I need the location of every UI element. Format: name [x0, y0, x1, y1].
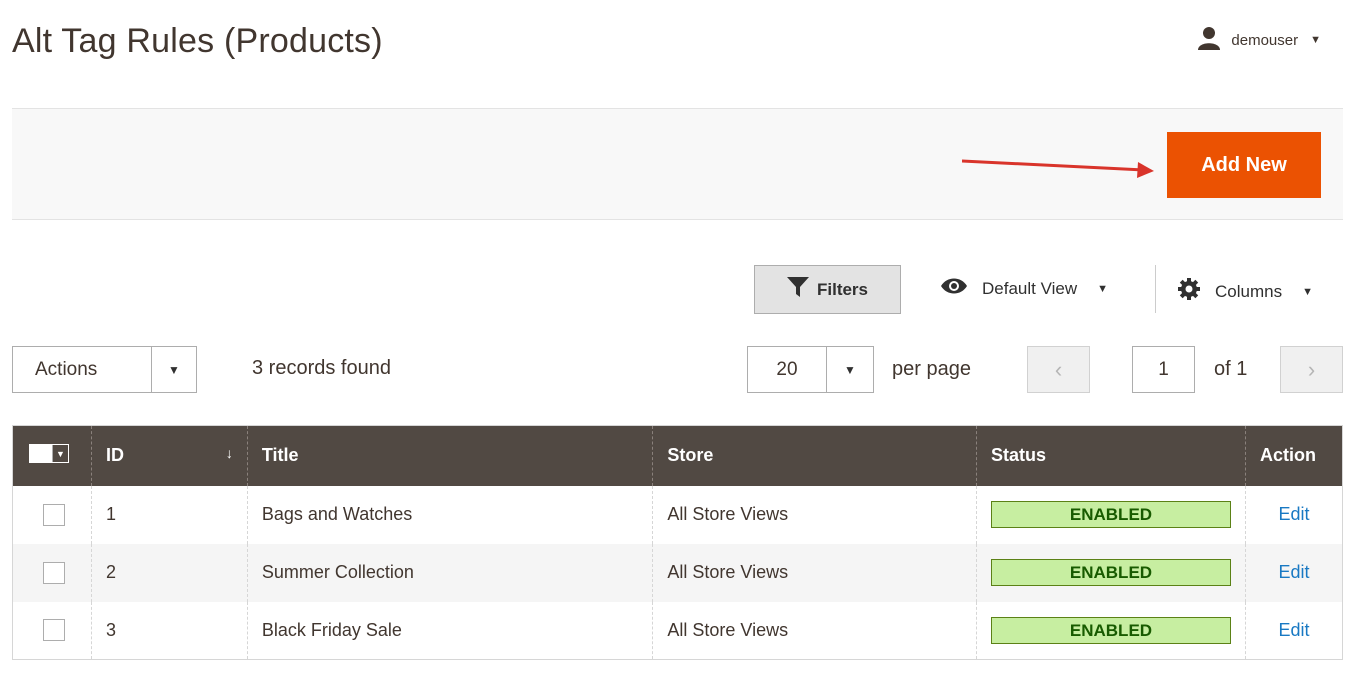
- row-checkbox[interactable]: [43, 619, 65, 642]
- header-id[interactable]: ID ↓: [90, 425, 248, 486]
- page-title: Alt Tag Rules (Products): [12, 22, 383, 60]
- row-select-cell: [13, 486, 92, 544]
- grid-pager-row: Actions ▼ 3 records found 20 ▼ per page …: [12, 346, 1343, 394]
- table-row: 3 Black Friday Sale All Store Views ENAB…: [13, 601, 1343, 660]
- sort-arrow-icon: ↓: [225, 445, 233, 462]
- default-view-label: Default View: [982, 278, 1078, 298]
- cell-id: 3: [90, 601, 248, 660]
- cell-id: 1: [90, 485, 248, 544]
- annotation-arrow-icon: [962, 159, 1154, 178]
- cell-title: Summer Collection: [246, 543, 653, 602]
- filters-label: Filters: [816, 279, 869, 299]
- filters-button[interactable]: Filters: [754, 265, 901, 314]
- chevron-right-icon: ›: [1307, 356, 1316, 382]
- cell-id: 2: [90, 543, 248, 602]
- grid-header-row: ▼ ID ↓ Title Store Status Action: [12, 425, 1343, 486]
- default-view-dropdown[interactable]: Default View ▼: [940, 277, 1108, 300]
- header-mass-select: ▼: [12, 425, 92, 486]
- cell-status: ENABLED: [975, 485, 1246, 544]
- row-select-cell: [13, 602, 92, 660]
- gear-icon: [1177, 277, 1201, 306]
- user-icon: [1197, 26, 1221, 54]
- records-count: 3 records found: [252, 357, 391, 379]
- edit-link[interactable]: Edit: [1278, 562, 1309, 582]
- header-status[interactable]: Status: [975, 425, 1246, 486]
- table-row: 2 Summer Collection All Store Views ENAB…: [12, 543, 1343, 602]
- chevron-down-icon: ▼: [52, 445, 68, 463]
- chevron-down-icon: ▼: [151, 347, 196, 392]
- page-actions-bar: Add New: [12, 108, 1343, 220]
- per-page-value: 20: [776, 358, 798, 380]
- header-store[interactable]: Store: [652, 425, 977, 486]
- row-select-cell: [12, 543, 92, 602]
- row-checkbox[interactable]: [43, 561, 65, 584]
- columns-dropdown[interactable]: Columns ▼: [1177, 277, 1313, 306]
- status-badge: ENABLED: [990, 616, 1231, 644]
- cell-action: Edit: [1244, 543, 1343, 602]
- current-page-input[interactable]: [1132, 346, 1195, 393]
- next-page-button[interactable]: ›: [1280, 346, 1343, 393]
- edit-link[interactable]: Edit: [1278, 504, 1309, 524]
- chevron-left-icon: ‹: [1054, 356, 1063, 382]
- toolbar-divider: [1155, 265, 1156, 313]
- user-name: demouser: [1231, 31, 1299, 49]
- cell-store: All Store Views: [652, 601, 977, 660]
- chevron-down-icon: ▼: [826, 347, 873, 392]
- table-row: 1 Bags and Watches All Store Views ENABL…: [13, 485, 1343, 544]
- mass-actions-label: Actions: [35, 358, 98, 380]
- filter-icon: [786, 277, 809, 302]
- user-menu[interactable]: demouser ▼: [1197, 26, 1321, 54]
- status-badge: ENABLED: [990, 559, 1231, 586]
- cell-action: Edit: [1244, 601, 1343, 660]
- header-action: Action: [1244, 425, 1343, 486]
- total-pages: of 1: [1214, 358, 1248, 380]
- cell-status: ENABLED: [975, 601, 1246, 660]
- grid-toolbar: Filters Default View ▼ Columns ▼: [12, 265, 1343, 315]
- cell-title: Bags and Watches: [246, 485, 653, 544]
- mass-select-dropdown[interactable]: ▼: [29, 444, 69, 464]
- columns-label: Columns: [1215, 281, 1283, 301]
- per-page-dropdown[interactable]: 20 ▼: [747, 346, 874, 393]
- chevron-down-icon: ▼: [1302, 285, 1313, 298]
- rules-grid: ▼ ID ↓ Title Store Status Action 1 Bags …: [12, 425, 1343, 660]
- chevron-down-icon: ▼: [1097, 282, 1109, 295]
- mass-actions-dropdown[interactable]: Actions ▼: [12, 346, 197, 393]
- cell-action: Edit: [1244, 485, 1343, 544]
- cell-title: Black Friday Sale: [246, 601, 653, 660]
- edit-link[interactable]: Edit: [1278, 620, 1309, 640]
- per-page-label: per page: [892, 358, 971, 380]
- header-id-label: ID: [105, 445, 124, 466]
- row-checkbox[interactable]: [43, 503, 65, 526]
- add-new-button[interactable]: Add New: [1167, 132, 1321, 198]
- cell-store: All Store Views: [652, 543, 977, 602]
- cell-status: ENABLED: [975, 543, 1246, 602]
- status-badge: ENABLED: [990, 501, 1231, 528]
- mass-select-checkbox[interactable]: [30, 445, 52, 463]
- previous-page-button[interactable]: ‹: [1027, 346, 1090, 393]
- cell-store: All Store Views: [652, 485, 977, 544]
- eye-icon: [940, 277, 968, 300]
- header-title[interactable]: Title: [246, 425, 653, 486]
- chevron-down-icon: ▼: [1310, 34, 1321, 46]
